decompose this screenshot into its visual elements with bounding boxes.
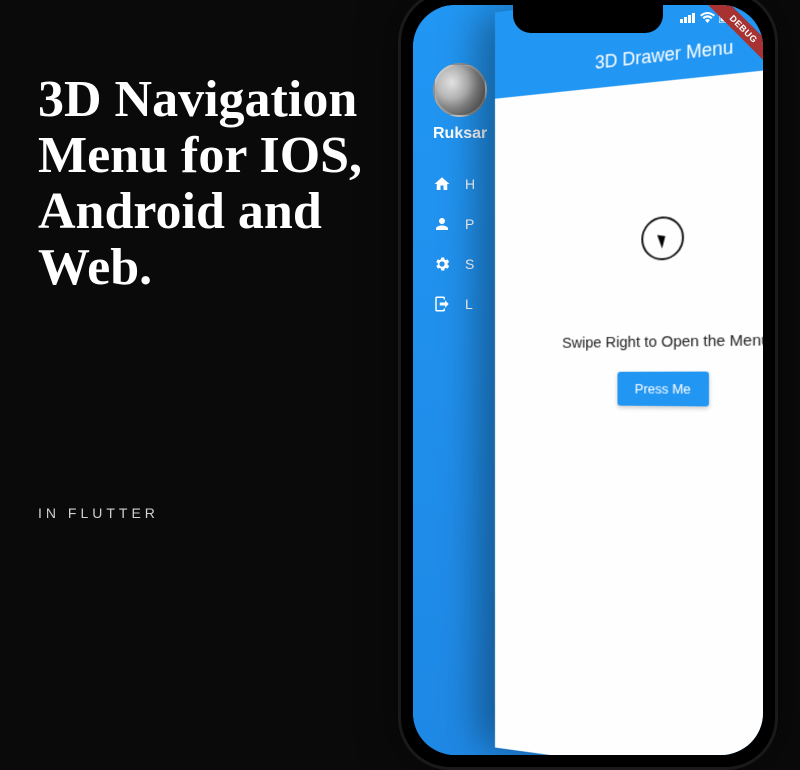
page-subhead: IN FLUTTER bbox=[38, 505, 159, 521]
signal-icon bbox=[680, 12, 696, 23]
cursor-indicator bbox=[641, 215, 684, 261]
app-bar-title: 3D Drawer Menu bbox=[595, 36, 733, 74]
menu-item-label: L bbox=[465, 296, 473, 312]
menu-item-label: P bbox=[465, 216, 474, 232]
press-me-button[interactable]: Press Me bbox=[617, 372, 709, 407]
main-body: Swipe Right to Open the Menu Press Me bbox=[495, 61, 763, 408]
logout-icon bbox=[433, 295, 451, 313]
person-icon bbox=[433, 215, 451, 233]
settings-icon bbox=[433, 255, 451, 273]
menu-item-label: H bbox=[465, 176, 475, 192]
avatar[interactable] bbox=[433, 63, 487, 117]
home-icon bbox=[433, 175, 451, 193]
menu-item-label: S bbox=[465, 256, 474, 272]
instruction-text: Swipe Right to Open the Menu bbox=[562, 331, 763, 352]
main-panel[interactable]: 3D Drawer Menu Swipe Right to Open the M… bbox=[495, 5, 763, 755]
phone-screen: DEBUG Ruksar H P S bbox=[413, 5, 763, 755]
phone-notch bbox=[513, 5, 663, 33]
wifi-icon bbox=[700, 12, 715, 23]
page-headline: 3D Navigation Menu for IOS, Android and … bbox=[38, 72, 398, 297]
phone-frame: DEBUG Ruksar H P S bbox=[398, 0, 778, 770]
